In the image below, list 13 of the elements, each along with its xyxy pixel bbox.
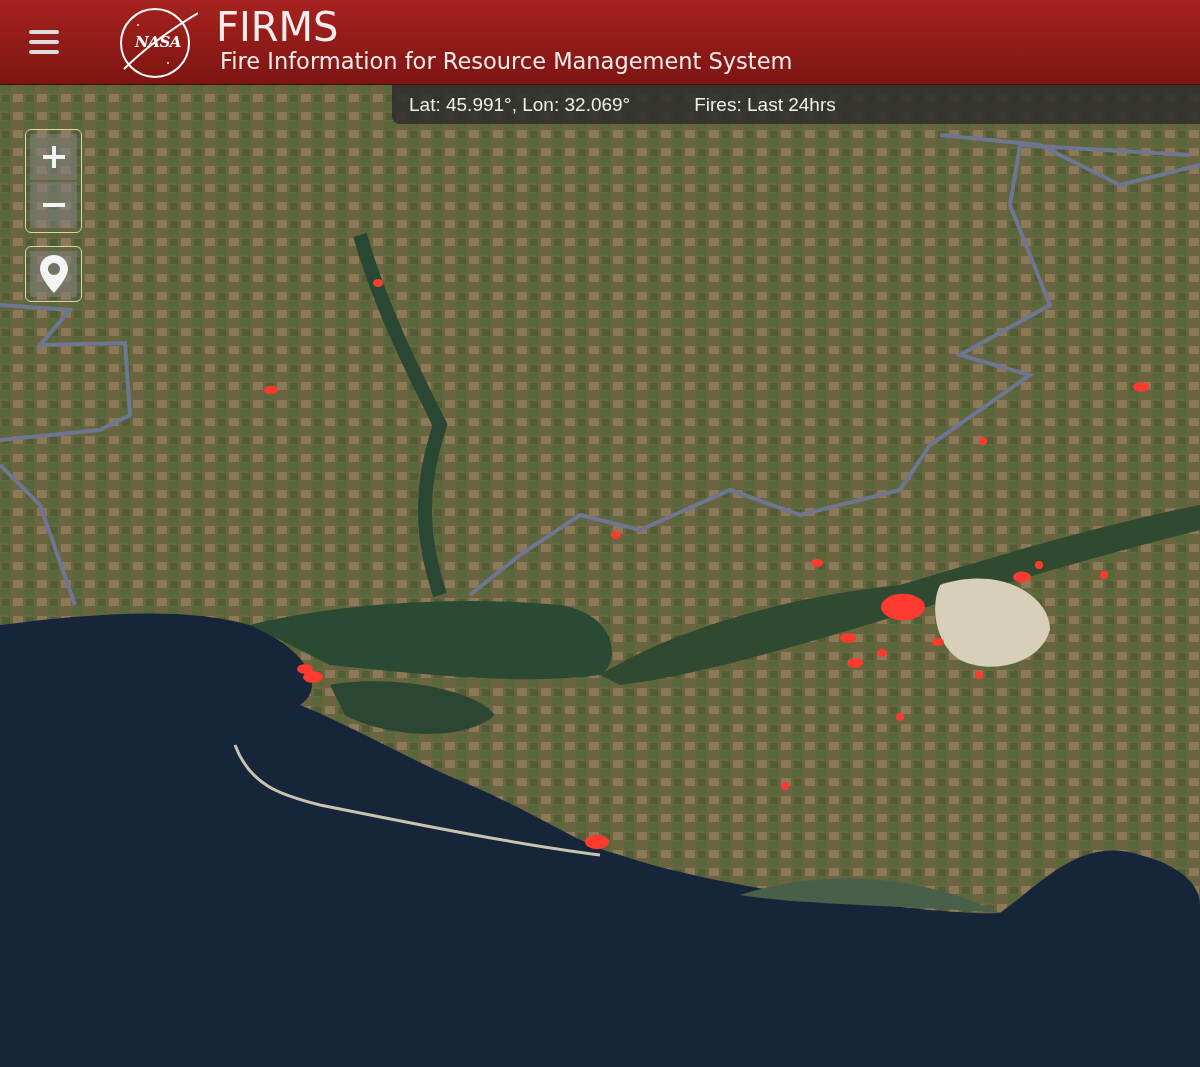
plus-icon	[41, 145, 66, 169]
app-subtitle: Fire Information for Resource Management System	[220, 48, 793, 74]
map-pin-icon	[38, 254, 69, 294]
satellite-map-drawing[interactable]	[0, 85, 1200, 1067]
fires-period-label[interactable]: Fires: Last 24hrs	[694, 93, 836, 116]
app-title: FIRMS	[216, 6, 340, 48]
minus-icon	[41, 203, 66, 207]
cursor-coordinates: Lat: 45.991°, Lon: 32.069°	[409, 93, 631, 116]
menu-button[interactable]	[28, 28, 60, 56]
zoom-in-button[interactable]	[30, 134, 77, 180]
menu-icon	[28, 28, 60, 56]
zoom-out-button[interactable]	[30, 182, 77, 228]
location-button[interactable]	[30, 251, 77, 297]
